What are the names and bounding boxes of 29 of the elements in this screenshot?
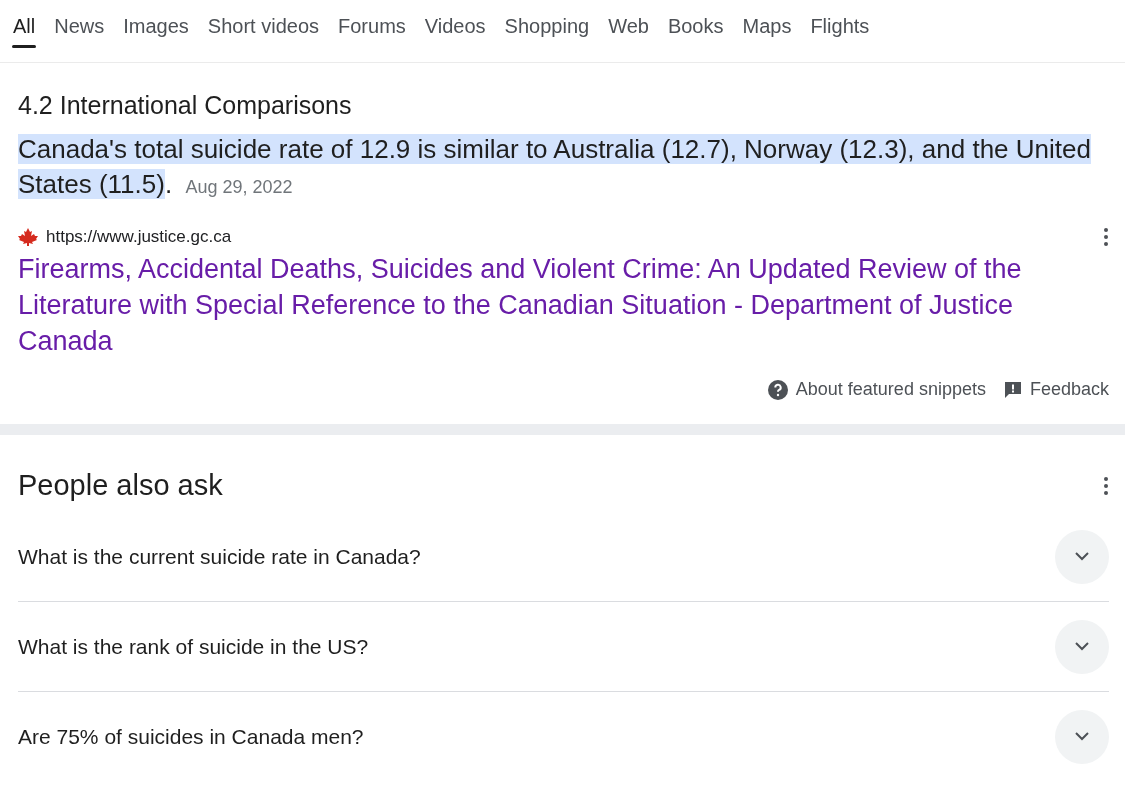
maple-leaf-icon	[18, 228, 38, 246]
more-options-icon[interactable]	[1103, 227, 1109, 247]
search-tab[interactable]: Web	[607, 0, 667, 62]
section-heading: People also ask	[18, 469, 223, 502]
chevron-down-icon	[1075, 642, 1089, 651]
search-tab[interactable]: Images	[122, 0, 207, 62]
snippet-heading: 4.2 International Comparisons	[18, 90, 353, 120]
chevron-down-icon	[1075, 732, 1089, 741]
search-tab[interactable]: News	[53, 0, 123, 62]
search-tab[interactable]: All	[12, 0, 54, 62]
question-text[interactable]: What is the rank of suicide in the US?	[18, 634, 369, 659]
search-tab[interactable]: Short videos	[206, 0, 337, 62]
search-tab[interactable]: Flights	[809, 0, 888, 62]
footer-link[interactable]: About featured snippets	[767, 379, 986, 400]
search-tab[interactable]: Books	[666, 0, 742, 62]
result-title-link[interactable]: Firearms, Accidental Deaths, Suicides and Violent Crime: An Updated Review of the Literature with Special Reference to the Canadian Situation - Department of Justice Canada	[18, 251, 1109, 359]
search-tab[interactable]: Maps	[741, 0, 810, 62]
snippet-text: Canada's total suicide rate of 12.9 is similar to Australia (12.7), Norway (12.3), and the United States (11.5). Aug 29, 2022	[18, 133, 1092, 201]
source-url: https://www.justice.gc.ca	[46, 227, 233, 247]
search-tab[interactable]: Forums	[337, 0, 424, 62]
search-tab[interactable]: Shopping	[503, 0, 608, 62]
search-tab[interactable]: Videos	[423, 0, 504, 62]
more-options-icon[interactable]	[1103, 475, 1109, 496]
feedback-icon	[1003, 380, 1022, 399]
footer-link[interactable]: Feedback	[1003, 379, 1109, 400]
chevron-down-icon	[1075, 552, 1089, 561]
question-mark-icon	[767, 379, 788, 400]
question-text[interactable]: Are 75% of suicides in Canada men?	[18, 724, 364, 749]
question-text[interactable]: What is the current suicide rate in Canada?	[18, 544, 421, 569]
